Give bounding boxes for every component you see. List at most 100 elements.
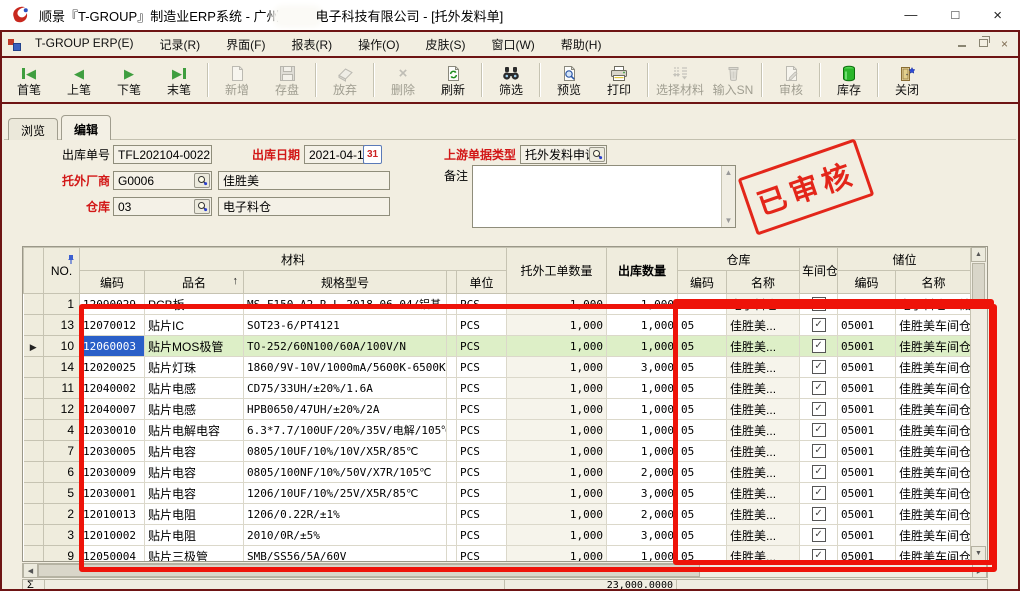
table-row[interactable]: 1412020025贴片灯珠1860/9V-10V/1000mA/5600K-6… <box>24 357 971 378</box>
cell-code[interactable]: 12010002 <box>80 525 145 546</box>
cell-wh-name[interactable]: 佳胜美... <box>727 546 800 562</box>
cell-loc-name[interactable]: 佳胜美车间仓 <box>896 315 970 336</box>
cell-code[interactable]: 12010013 <box>80 504 145 525</box>
shop-warehouse-cell[interactable]: ✓ <box>800 546 838 562</box>
row-indicator-cell[interactable] <box>24 378 44 399</box>
cell-spec[interactable]: 1206/0.22R/±1% <box>244 504 447 525</box>
cell-code[interactable]: 12040002 <box>80 378 145 399</box>
cell-code[interactable]: 12090029 <box>80 294 145 315</box>
cell-wh-name[interactable]: 佳胜美... <box>727 483 800 504</box>
narrow-cell[interactable] <box>447 420 457 441</box>
cell-wh-name[interactable]: 佳胜美... <box>727 525 800 546</box>
row-indicator-cell[interactable] <box>24 462 44 483</box>
cell-name[interactable]: 贴片电感 <box>145 378 244 399</box>
cell-loc-name[interactable]: 佳胜美车间仓 <box>896 357 970 378</box>
cell-name[interactable]: 贴片IC <box>145 315 244 336</box>
cell-loc-name[interactable]: 电子料仓一储 <box>896 294 970 315</box>
cell-unit[interactable]: PCS <box>457 441 507 462</box>
checkbox-checked-icon[interactable]: ✓ <box>812 486 826 500</box>
cell-wh-code[interactable]: 05 <box>678 420 727 441</box>
narrow-cell[interactable] <box>447 357 457 378</box>
table-row[interactable]: 1312070012贴片ICSOT23-6/PT4121PCS1,0001,00… <box>24 315 971 336</box>
refresh-button[interactable]: 刷新 <box>428 60 478 100</box>
shop-warehouse-cell[interactable]: ✓ <box>800 462 838 483</box>
last-record-button[interactable]: ▶末笔 <box>154 60 204 100</box>
cell-unit[interactable]: PCS <box>457 462 507 483</box>
cell-spec[interactable]: MS-F150-A2-R-L 2018-06-04/铝基... <box>244 294 447 315</box>
cell-code[interactable]: 12030005 <box>80 441 145 462</box>
row-indicator-cell[interactable] <box>24 483 44 504</box>
cell-loc-code[interactable]: 05001 <box>838 378 896 399</box>
cell-name[interactable]: 贴片灯珠 <box>145 357 244 378</box>
cell-unit[interactable]: PCS <box>457 378 507 399</box>
cell-out-qty[interactable]: 1,000 <box>607 315 678 336</box>
header-no[interactable]: NO. <box>44 248 80 294</box>
cell-spec[interactable]: 1206/10UF/10%/25V/X5R/85℃ <box>244 483 447 504</box>
table-row[interactable]: 312010002贴片电阻2010/0R/±5%PCS1,0003,00005佳… <box>24 525 971 546</box>
header-wh-code[interactable]: 编码 <box>678 271 727 294</box>
cell-wh-code[interactable]: 05 <box>678 525 727 546</box>
cell-out-qty[interactable]: 3,000 <box>607 525 678 546</box>
checkbox-checked-icon[interactable]: ✓ <box>812 528 826 542</box>
row-indicator-cell[interactable] <box>24 315 44 336</box>
narrow-cell[interactable] <box>447 336 457 357</box>
cell-spec[interactable]: 0805/100NF/10%/50V/X7R/105℃ <box>244 462 447 483</box>
mdi-close-button[interactable]: × <box>1001 37 1008 51</box>
cell-no[interactable]: 3 <box>44 525 80 546</box>
cell-loc-name[interactable]: 佳胜美车间仓 <box>896 378 970 399</box>
shop-warehouse-cell[interactable]: ✓ <box>800 441 838 462</box>
cell-loc-name[interactable]: 佳胜美车间仓 <box>896 399 970 420</box>
narrow-cell[interactable] <box>447 483 457 504</box>
header-spec[interactable]: 规格型号 <box>244 271 447 294</box>
mdi-minimize-button[interactable] <box>958 39 966 50</box>
scroll-left-icon[interactable]: ◀ <box>23 563 38 578</box>
cell-loc-name[interactable]: 佳胜美车间仓 <box>896 441 970 462</box>
cell-no[interactable]: 10 <box>44 336 80 357</box>
cell-out-qty[interactable]: 1,000 <box>607 546 678 562</box>
cell-unit[interactable]: PCS <box>457 420 507 441</box>
narrow-cell[interactable] <box>447 294 457 315</box>
cell-loc-code[interactable]: 05001 <box>838 483 896 504</box>
cell-out-qty[interactable]: 1,000 <box>607 399 678 420</box>
warehouse-code-field[interactable]: 03 <box>113 197 212 216</box>
cell-wh-name[interactable]: 佳胜美... <box>727 357 800 378</box>
cell-out-qty[interactable]: 1,000 <box>607 336 678 357</box>
vertical-scrollbar-thumb[interactable] <box>972 263 985 309</box>
cell-code[interactable]: 12030001 <box>80 483 145 504</box>
narrow-cell[interactable] <box>447 441 457 462</box>
menu-item-5[interactable]: 皮肤(S) <box>425 36 465 53</box>
cell-order-qty[interactable]: 1,000 <box>507 462 607 483</box>
cell-name[interactable]: 贴片三极管 <box>145 546 244 562</box>
shop-warehouse-cell[interactable]: ✓ <box>800 315 838 336</box>
cell-order-qty[interactable]: 1,000 <box>507 525 607 546</box>
cell-out-qty[interactable]: 1,000 <box>607 441 678 462</box>
cell-wh-code[interactable]: 05 <box>678 441 727 462</box>
table-row[interactable]: 212010013贴片电阻1206/0.22R/±1%PCS1,0002,000… <box>24 504 971 525</box>
cell-no[interactable]: 6 <box>44 462 80 483</box>
cell-order-qty[interactable]: 1,000 <box>507 420 607 441</box>
scroll-down-icon[interactable]: ▼ <box>725 216 733 225</box>
cell-out-qty[interactable]: 3,000 <box>607 357 678 378</box>
close-form-button[interactable]: 关闭 <box>882 60 932 100</box>
cell-wh-name[interactable]: 佳胜美... <box>727 462 800 483</box>
narrow-cell[interactable] <box>447 378 457 399</box>
cell-order-qty[interactable]: 1,000 <box>507 441 607 462</box>
checkbox-checked-icon[interactable]: ✓ <box>812 465 826 479</box>
cell-order-qty[interactable]: 1,000 <box>507 399 607 420</box>
cell-out-qty[interactable]: 1,000 <box>607 294 678 315</box>
checkbox-checked-icon[interactable]: ✓ <box>812 507 826 521</box>
cell-unit[interactable]: PCS <box>457 357 507 378</box>
prev-record-button[interactable]: ◀上笔 <box>54 60 104 100</box>
table-row[interactable]: 1212040007贴片电感HPB0650/47UH/±20%/2APCS1,0… <box>24 399 971 420</box>
cell-spec[interactable]: HPB0650/47UH/±20%/2A <box>244 399 447 420</box>
checkbox-checked-icon[interactable]: ✓ <box>812 360 826 374</box>
narrow-cell[interactable] <box>447 315 457 336</box>
header-material-group[interactable]: 材料 <box>80 248 507 271</box>
table-row[interactable]: 612030009贴片电容0805/100NF/10%/50V/X7R/105℃… <box>24 462 971 483</box>
shop-warehouse-cell[interactable]: ✓ <box>800 504 838 525</box>
cell-name[interactable]: 贴片电容 <box>145 483 244 504</box>
shop-warehouse-cell[interactable]: ✓ <box>800 525 838 546</box>
menu-item-4[interactable]: 操作(O) <box>358 36 399 53</box>
close-button[interactable]: × <box>993 7 1002 24</box>
lookup-button[interactable] <box>194 173 210 188</box>
